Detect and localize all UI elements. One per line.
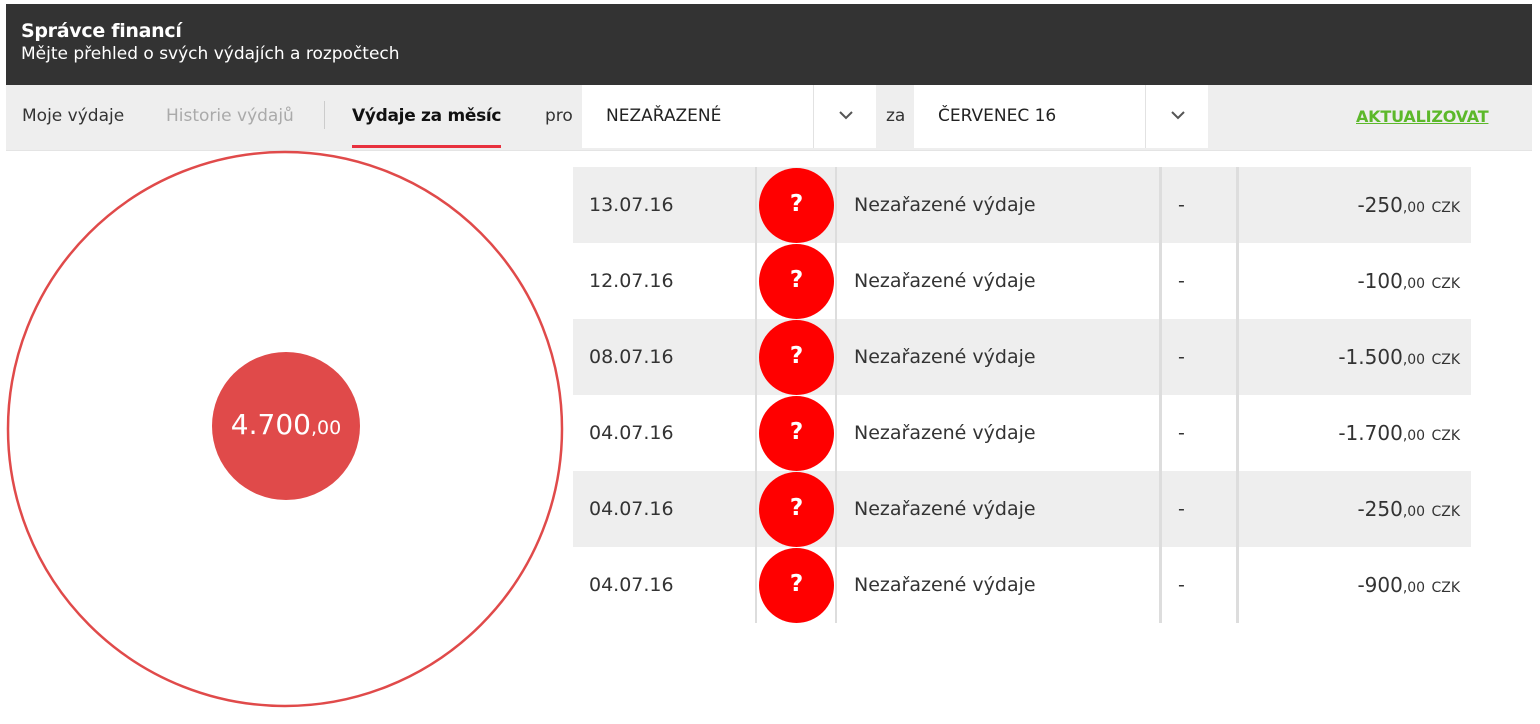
amount-currency: CZK (1431, 580, 1460, 596)
expense-row[interactable]: 13.07.16 ? Nezařazené výdaje - -250,00 C… (573, 167, 1471, 243)
question-mark-icon: ? (759, 168, 834, 243)
expense-category-icon-cell: ? (755, 395, 837, 471)
expense-date: 04.07.16 (589, 498, 674, 520)
question-mark-icon: ? (759, 548, 834, 623)
expense-row[interactable]: 12.07.16 ? Nezařazené výdaje - -100,00 C… (573, 243, 1471, 319)
question-mark-icon: ? (759, 396, 834, 471)
expense-category: Nezařazené výdaje (854, 498, 1036, 520)
expense-category: Nezařazené výdaje (854, 346, 1036, 368)
finance-manager-widget: Správce financí Mějte přehled o svých vý… (6, 4, 1532, 724)
category-select-toggle[interactable] (813, 85, 876, 148)
amount-currency: CZK (1431, 276, 1460, 292)
amount-currency: CZK (1431, 352, 1460, 368)
expense-amount: -250,00 CZK (1357, 471, 1460, 550)
expense-note: - (1159, 471, 1239, 547)
amount-whole: -900 (1357, 573, 1403, 597)
month-select-label: za (886, 106, 906, 126)
chart-total-whole: 4.700 (230, 408, 311, 441)
month-select-toggle[interactable] (1145, 85, 1208, 148)
amount-decimals: ,00 (1402, 580, 1426, 596)
expense-date: 13.07.16 (589, 194, 674, 216)
tab-my-expenses[interactable]: Moje výdaje (22, 85, 124, 148)
question-mark-icon: ? (759, 244, 834, 319)
expense-date: 04.07.16 (589, 422, 674, 444)
refresh-button[interactable]: AKTUALIZOVAT (1356, 85, 1489, 148)
expense-amount: -1.700,00 CZK (1338, 395, 1460, 474)
category-select-label: pro (545, 106, 573, 126)
amount-currency: CZK (1431, 200, 1460, 216)
expense-row[interactable]: 04.07.16 ? Nezařazené výdaje - -250,00 C… (573, 471, 1471, 547)
tab-expense-history[interactable]: Historie výdajů (166, 85, 294, 148)
chevron-down-icon (839, 111, 853, 120)
tab-divider (324, 101, 325, 129)
expense-amount: -1.500,00 CZK (1338, 319, 1460, 398)
expense-row[interactable]: 04.07.16 ? Nezařazené výdaje - -1.700,00… (573, 395, 1471, 471)
category-select-value: NEZAŘAZENÉ (606, 106, 722, 126)
expense-category-icon-cell: ? (755, 319, 837, 395)
amount-decimals: ,00 (1402, 276, 1426, 292)
expense-category: Nezařazené výdaje (854, 574, 1036, 596)
expense-table: 13.07.16 ? Nezařazené výdaje - -250,00 C… (573, 167, 1471, 623)
tab-monthly-expenses[interactable]: Výdaje za měsíc (352, 85, 502, 148)
expense-note: - (1159, 167, 1239, 243)
month-select[interactable]: ČERVENEC 16 (914, 85, 1208, 148)
expense-note: - (1159, 243, 1239, 319)
question-mark-icon: ? (759, 320, 834, 395)
expense-note: - (1159, 395, 1239, 471)
expense-bubble-chart: 4.700,00 (6, 150, 566, 710)
expense-category: Nezařazené výdaje (854, 422, 1036, 444)
amount-decimals: ,00 (1402, 352, 1426, 368)
expense-note: - (1159, 547, 1239, 623)
expense-date: 08.07.16 (589, 346, 674, 368)
category-select[interactable]: NEZAŘAZENÉ (582, 85, 876, 148)
expense-category: Nezařazené výdaje (854, 194, 1036, 216)
amount-currency: CZK (1431, 504, 1460, 520)
expense-date: 04.07.16 (589, 574, 674, 596)
app-title: Správce financí (21, 20, 182, 42)
app-header: Správce financí Mějte přehled o svých vý… (6, 4, 1532, 85)
amount-whole: -100 (1357, 269, 1403, 293)
expense-category-icon-cell: ? (755, 243, 837, 319)
month-select-value: ČERVENEC 16 (938, 106, 1057, 126)
amount-whole: -1.500 (1338, 345, 1403, 369)
chart-total-amount: 4.700,00 (212, 400, 360, 450)
expense-amount: -100,00 CZK (1357, 243, 1460, 322)
expense-note: - (1159, 319, 1239, 395)
expense-category-icon-cell: ? (755, 167, 837, 243)
expense-category: Nezařazené výdaje (854, 270, 1036, 292)
app-subtitle: Mějte přehled o svých výdajích a rozpočt… (21, 44, 400, 64)
expense-date: 12.07.16 (589, 270, 674, 292)
amount-decimals: ,00 (1402, 200, 1426, 216)
amount-whole: -250 (1357, 193, 1403, 217)
chart-total-decimals: ,00 (310, 417, 342, 439)
expense-category-icon-cell: ? (755, 547, 837, 623)
filter-toolbar: Moje výdaje Historie výdajů Výdaje za mě… (6, 85, 1532, 151)
amount-whole: -250 (1357, 497, 1403, 521)
expense-row[interactable]: 04.07.16 ? Nezařazené výdaje - -900,00 C… (573, 547, 1471, 623)
question-mark-icon: ? (759, 472, 834, 547)
amount-decimals: ,00 (1402, 504, 1426, 520)
expense-category-icon-cell: ? (755, 471, 837, 547)
expense-row[interactable]: 08.07.16 ? Nezařazené výdaje - -1.500,00… (573, 319, 1471, 395)
expense-amount: -900,00 CZK (1357, 547, 1460, 626)
chevron-down-icon (1171, 111, 1185, 120)
amount-decimals: ,00 (1402, 428, 1426, 444)
amount-whole: -1.700 (1338, 421, 1403, 445)
expense-amount: -250,00 CZK (1357, 167, 1460, 246)
amount-currency: CZK (1431, 428, 1460, 444)
